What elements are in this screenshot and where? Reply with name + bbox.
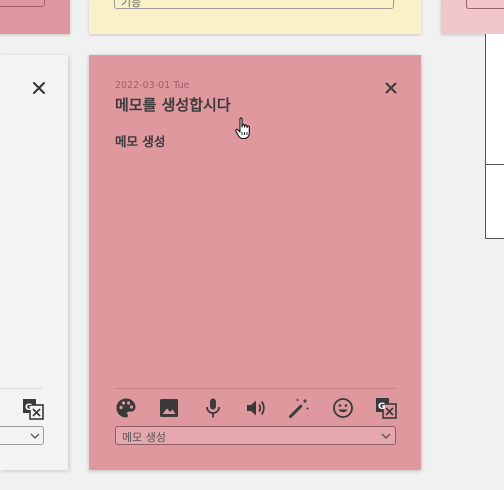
translate-icon: G — [375, 398, 397, 419]
microphone-icon — [205, 398, 220, 418]
note-date: 2022-03-01 Tue — [115, 80, 190, 91]
note-card: 2022-03-01 Tue 메모를 생성합시다 메모 생성 G 메모 생성 — [89, 55, 421, 470]
speaker-icon — [246, 400, 265, 416]
category-select[interactable]: 기능 — [114, 0, 394, 9]
note-card-top-middle: 기능 — [89, 0, 421, 34]
close-icon[interactable] — [32, 81, 46, 95]
palette-button[interactable] — [115, 397, 137, 419]
magic-wand-button[interactable] — [288, 397, 310, 419]
select-value: 메모 생성 — [122, 431, 166, 444]
translate-icon[interactable]: G — [22, 398, 44, 420]
note-type-select[interactable]: 메모 생성 — [115, 426, 396, 445]
magic-wand-icon — [289, 398, 310, 418]
emoji-icon — [332, 398, 353, 418]
emoji-button[interactable] — [332, 397, 354, 419]
note-card-right — [485, 34, 504, 239]
translate-button[interactable]: G — [375, 397, 397, 419]
divider — [115, 388, 395, 389]
select-edge — [466, 0, 504, 9]
select-edge — [0, 0, 45, 7]
close-icon[interactable] — [385, 82, 397, 94]
image-icon — [160, 399, 179, 417]
hand-cursor-icon — [235, 117, 250, 140]
speaker-button[interactable] — [245, 397, 267, 419]
chevron-down-icon — [381, 433, 391, 439]
note-title[interactable]: 메모를 생성합시다 — [115, 94, 231, 115]
divider — [0, 388, 42, 389]
note-card-left: G — [0, 55, 68, 470]
note-toolbar: G — [115, 396, 397, 420]
divider — [486, 164, 504, 165]
chevron-down-icon — [30, 433, 40, 439]
palette-icon — [116, 398, 136, 418]
svg-text:G: G — [25, 403, 32, 413]
microphone-button[interactable] — [202, 397, 224, 419]
image-button[interactable] — [158, 397, 180, 419]
note-card-top-left — [0, 0, 70, 34]
note-card-top-right — [441, 0, 504, 34]
note-body[interactable]: 메모 생성 — [115, 131, 165, 150]
svg-text:G: G — [378, 402, 385, 412]
mode-select[interactable] — [0, 426, 44, 445]
